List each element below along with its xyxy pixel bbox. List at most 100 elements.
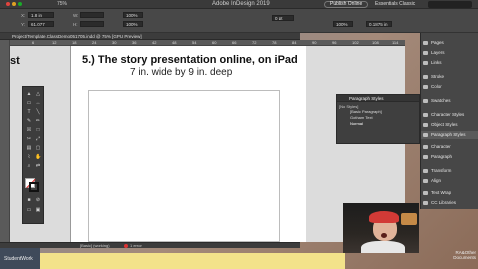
documents-folder[interactable]: RA&Other Documents [450, 250, 476, 260]
dock-item-swatches[interactable]: Swatches [421, 97, 478, 105]
line-tool-icon[interactable]: ╲ [35, 109, 41, 115]
desktop-dock-yellow [40, 253, 345, 269]
rectangle-frame-tool-icon[interactable]: ☒ [26, 127, 32, 133]
dock-item-object-styles[interactable]: Object Styles [421, 121, 478, 129]
y-field[interactable]: 61.077 [28, 21, 54, 27]
document-tab-title: Project/Template.ClassDemo051705.indd @ … [12, 34, 142, 39]
dock-item-label: Stroke [431, 74, 445, 79]
dock-item-cc-libraries[interactable]: CC Libraries [421, 199, 478, 207]
document-tab[interactable]: Project/Template.ClassDemo051705.indd @ … [0, 33, 300, 40]
tools-panel: ▲ △ ▭ ↔ T ╲ ✎ ✏ ☒ □ ✂ ⤢ ▤ ▢ ⌇ ✋ ⌕ ⇄ ■ ⊘ … [22, 86, 44, 224]
free-transform-tool-icon[interactable]: ⤢ [35, 136, 41, 142]
stroke-weight-field[interactable]: 0 pt [272, 15, 294, 21]
minimize-window-icon[interactable] [12, 2, 16, 6]
zoom-tool-icon[interactable]: ⌕ [26, 163, 32, 169]
dock-item-label: Pages [431, 40, 444, 45]
stroke-icon [423, 75, 428, 79]
fill-stroke-swatch[interactable] [25, 178, 39, 192]
webcam-overlay [343, 203, 419, 253]
dock-item-stroke[interactable]: Stroke [421, 73, 478, 81]
dock-item-transform[interactable]: Transform [421, 167, 478, 175]
note-tool-icon[interactable]: ▢ [35, 145, 41, 151]
dock-item-paragraph-styles[interactable]: Paragraph Styles [421, 131, 478, 139]
direct-selection-tool-icon[interactable]: △ [35, 91, 41, 97]
ruler-tick-label: 60 [212, 40, 217, 45]
width-field[interactable] [80, 12, 104, 18]
ruler-tick-label: 48 [172, 40, 177, 45]
dock-item-layers[interactable]: Layers [421, 49, 478, 57]
paragraph-style-item[interactable]: Normal [337, 121, 419, 127]
paragraph-styles-panel: Paragraph Styles [No Styles] [Basic Para… [336, 94, 420, 144]
swap-colors-icon[interactable]: ⇄ [35, 163, 41, 169]
scale-y-field[interactable]: 100% [123, 21, 143, 27]
links-icon [423, 61, 428, 65]
eyedropper-tool-icon[interactable]: ⌇ [26, 154, 32, 160]
selection-tool-icon[interactable]: ▲ [26, 91, 32, 97]
dock-item-character-styles[interactable]: Character Styles [421, 111, 478, 119]
app-title: Adobe InDesign 2019 [212, 1, 270, 7]
preflight-profile[interactable]: [Basic] (working) [80, 243, 110, 248]
scale-x-field[interactable]: 100% [123, 12, 143, 18]
ruler-tick-label: 114 [392, 40, 399, 45]
control-panel: X: 1.8 in Y: 61.077 W: H: 100% 100% 0 pt… [0, 9, 478, 33]
paragraph-styles-panel-tab[interactable]: Paragraph Styles [337, 95, 419, 102]
ruler-tick-label: 42 [152, 40, 157, 45]
dock-item-text-wrap[interactable]: Text Wrap [421, 189, 478, 197]
gap-tool-icon[interactable]: ↔ [35, 100, 41, 106]
cc-libraries-icon [423, 201, 428, 205]
image-placeholder-frame[interactable] [88, 90, 280, 242]
publish-online-button[interactable]: Publish Online [324, 1, 369, 8]
ruler-tick-label: 6 [32, 40, 35, 45]
gradient-tool-icon[interactable]: ▤ [26, 145, 32, 151]
apply-none-icon[interactable]: ⊘ [35, 197, 41, 203]
workspace-switcher[interactable]: Essentials Classic [375, 1, 415, 7]
gap-field[interactable]: 0.1875 in [366, 21, 392, 27]
ruler-tick-label: 18 [72, 40, 77, 45]
zoom-window-icon[interactable] [18, 2, 22, 6]
dock-item-label: Links [431, 60, 442, 65]
page-tool-icon[interactable]: ▭ [26, 100, 32, 106]
ruler-tick-label: 72 [252, 40, 257, 45]
hand-tool-icon[interactable]: ✋ [35, 154, 41, 160]
dock-item-character[interactable]: Character [421, 143, 478, 151]
dock-item-color[interactable]: Color [421, 83, 478, 91]
swatches-icon [423, 99, 428, 103]
screen-mode-icon[interactable]: ▣ [35, 207, 41, 213]
x-field[interactable]: 1.8 in [28, 12, 54, 18]
ruler-tick-label: 108 [372, 40, 379, 45]
rectangle-tool-icon[interactable]: □ [35, 127, 41, 133]
student-work-folder[interactable]: StudentWork [4, 256, 33, 262]
page-heading[interactable]: 5.) The story presentation online, on iP… [82, 54, 298, 66]
apply-color-icon[interactable]: ■ [26, 197, 32, 203]
dock-item-label: Character Styles [431, 112, 465, 117]
dock-item-label: Color [431, 84, 442, 89]
dock-item-pages[interactable]: Pages [421, 39, 478, 47]
vertical-ruler[interactable] [0, 40, 10, 245]
error-indicator-icon [124, 244, 128, 248]
ruler-tick-label: 66 [232, 40, 237, 45]
opacity-field[interactable]: 100% [333, 21, 353, 27]
pencil-tool-icon[interactable]: ✏ [35, 118, 41, 124]
type-tool-icon[interactable]: T [26, 109, 32, 115]
h-label: H: [73, 22, 78, 27]
lamp [401, 213, 417, 225]
dock-item-links[interactable]: Links [421, 59, 478, 67]
status-bar: [Basic] (working) 1 error [0, 242, 300, 248]
height-field[interactable] [80, 21, 104, 27]
page-subheading[interactable]: 7 in. wide by 9 in. deep [130, 67, 232, 78]
error-count[interactable]: 1 error [130, 243, 142, 248]
left-page-text[interactable]: st [10, 55, 20, 67]
dock-item-align[interactable]: Align [421, 177, 478, 185]
search-field[interactable] [428, 1, 472, 8]
zoom-level[interactable]: 75% [57, 1, 67, 7]
pen-tool-icon[interactable]: ✎ [26, 118, 32, 124]
dock-item-label: Transform [431, 168, 452, 173]
close-window-icon[interactable] [6, 2, 10, 6]
normal-view-icon[interactable]: ▭ [26, 207, 32, 213]
scissors-tool-icon[interactable]: ✂ [26, 136, 32, 142]
dock-item-label: Character [431, 144, 451, 149]
window-controls[interactable] [6, 2, 22, 6]
dock-item-paragraph[interactable]: Paragraph [421, 153, 478, 161]
dock-item-label: Swatches [431, 98, 451, 103]
stroke-swatch[interactable] [29, 182, 39, 192]
